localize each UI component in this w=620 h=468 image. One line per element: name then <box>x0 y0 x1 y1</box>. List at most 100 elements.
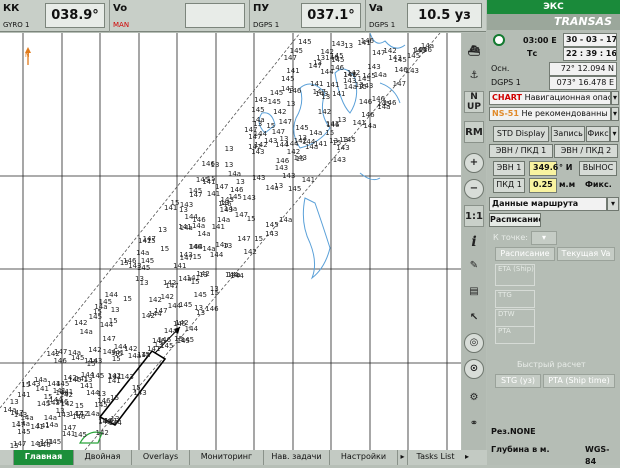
dtw-field[interactable]: DTW <box>495 309 535 327</box>
route-data-dropdown[interactable]: Данные маршрута <box>489 197 607 211</box>
depth-sounding: 141 <box>110 348 125 357</box>
stg-button[interactable]: STG (уз) <box>495 374 541 388</box>
tasks-list-arrow[interactable]: ▸ <box>463 450 471 465</box>
depth-sounding: 145 <box>331 55 345 64</box>
target-icon[interactable]: ◎ <box>464 333 484 353</box>
tab-settings[interactable]: Настройки <box>330 450 398 465</box>
current-va-button[interactable]: Текущая Va <box>557 247 615 261</box>
depth-sounding: 14a <box>86 410 100 419</box>
zoom-out-icon[interactable]: − <box>464 179 484 199</box>
pencil-icon[interactable]: ✎ <box>464 255 484 277</box>
longitude-value: 073° 16.478 E <box>549 76 617 90</box>
tab-ebl-vrm-2[interactable]: ЭВН / ПКД 2 <box>554 144 618 158</box>
depth-sounding: 141 <box>173 262 187 271</box>
route-data-arrow[interactable]: ▾ <box>607 197 619 211</box>
depth-sounding: 147 <box>278 117 292 126</box>
course-label: ПУ <box>253 3 270 14</box>
eta-field[interactable]: ETA (Ship) <box>495 264 535 286</box>
chart-area[interactable]: N 14a 144 144 13 145 14a 14a 142 142 144 14a 141 14a… <box>0 33 461 450</box>
ship-icon[interactable]: ⛴ <box>464 41 484 63</box>
tab-scroll-left[interactable] <box>0 450 14 465</box>
sog-cell: Va DGPS 1 10.5 уз <box>366 0 486 32</box>
tab-overlays[interactable]: Overlays <box>132 450 190 465</box>
depth-sounding: 143 <box>133 389 147 398</box>
depth-sounding: 142 <box>175 318 189 327</box>
latitude-value: 72° 12.094 N <box>549 62 617 76</box>
course-cell: ПУ DGPS 1 037.1° <box>250 0 366 32</box>
depth-unit-label: Глубина в м. <box>491 445 550 454</box>
tab-dual[interactable]: Двойная <box>74 450 132 465</box>
ns-alert-field[interactable]: NS-51 Не рекомендованны <box>489 107 611 121</box>
tool-strip: ⛴ ⚓ N UP RM + − 1:1 i ✎ ▤ ↖ ◎ ⊙ ⚙ ⚭ <box>462 33 486 450</box>
depth-sounding: 141 <box>30 439 44 448</box>
depth-sounding: 15 <box>122 294 132 303</box>
depth-sounding: 141 <box>206 190 221 199</box>
vynos-button[interactable]: ВЫНОС <box>579 161 617 176</box>
depth-sounding: 15 <box>21 381 31 390</box>
fix2-label: Фикс. <box>585 180 612 189</box>
depth-sounding: 147 <box>179 254 194 263</box>
depth-sounding: 145 <box>251 105 265 114</box>
speed-value <box>185 3 245 28</box>
north-up-button[interactable]: N UP <box>464 91 484 113</box>
depth-sounding: 13 <box>313 59 322 68</box>
gear-icon[interactable]: ⚙ <box>464 387 484 409</box>
fix-dropdown[interactable]: ▾ <box>610 126 619 142</box>
rm-button[interactable]: RM <box>464 121 484 143</box>
pta-field[interactable]: PTA <box>495 326 535 344</box>
depth-sounding: 141 <box>17 390 31 399</box>
evn1-button[interactable]: ЭВН 1 <box>493 161 525 176</box>
ship-settings-icon[interactable]: ⚓ <box>464 65 484 87</box>
depth-sounding: 141 <box>61 430 76 439</box>
depth-sounding: 145 <box>17 428 31 437</box>
tab-schedule[interactable]: Расписание <box>489 213 541 227</box>
schedule-button[interactable]: Расписание <box>495 247 555 261</box>
pkd1-button[interactable]: ПКД 1 <box>493 178 525 193</box>
depth-sounding: 145 <box>289 47 303 56</box>
depth-sounding: 142 <box>107 372 122 380</box>
pta-ship-button[interactable]: PTA (Ship time) <box>543 374 615 388</box>
speed-cell: Vo MAN <box>110 0 250 32</box>
pkd1-value-input[interactable]: 0.25 <box>529 178 557 193</box>
depth-sounding: 146 <box>230 185 244 194</box>
depth-sounding: 14a <box>45 421 59 430</box>
chart-alert-field[interactable]: CHART Навигационная опас <box>489 91 611 105</box>
depth-sounding: 143 <box>274 163 289 172</box>
ns-alert-dropdown[interactable]: ▾ <box>611 107 619 121</box>
evn1-value-input[interactable]: 349.6 <box>529 161 558 176</box>
depth-sounding: 13 <box>194 304 204 313</box>
depth-sounding: 143 <box>242 193 256 202</box>
depth-sounding: 13 <box>337 115 347 124</box>
layers-icon[interactable]: ▤ <box>464 281 484 303</box>
route-icon[interactable]: ⊙ <box>464 359 484 379</box>
info-icon[interactable]: i <box>464 231 484 253</box>
depth-sounding: 14a <box>34 376 48 385</box>
depth-sounding: 146 <box>201 159 215 168</box>
depth-sounding: 142 <box>243 247 257 256</box>
zoom-in-icon[interactable]: + <box>464 153 484 173</box>
tab-ebl-vrm-1[interactable]: ЭВН / ПКД 1 <box>489 144 553 158</box>
to-point-select[interactable]: ▾ <box>531 231 557 245</box>
tab-tasks-list[interactable]: Tasks List <box>408 450 463 465</box>
chart-alert-dropdown[interactable]: ▾ <box>611 91 619 105</box>
depth-sounding: 13 <box>224 161 234 169</box>
std-display-button[interactable]: STD Display <box>493 126 549 142</box>
depth-sounding: 146 <box>371 95 386 104</box>
tab-main[interactable]: Главная <box>14 450 74 465</box>
depth-sounding: 142 <box>141 311 155 320</box>
tab-nav-tasks[interactable]: Нав. задачи <box>264 450 330 465</box>
depth-sounding: 147 <box>154 306 168 315</box>
depth-sounding: 141 <box>286 66 300 75</box>
depth-sounding: 13 <box>274 182 284 191</box>
record-button[interactable]: Запись <box>551 126 585 142</box>
link-icon[interactable]: ⚭ <box>464 413 484 435</box>
cursor-icon[interactable]: ↖ <box>464 307 484 329</box>
ttg-field[interactable]: TTG <box>495 290 535 308</box>
depth-sounding: 15 <box>74 402 84 411</box>
tab-scroll-right[interactable]: ▸ <box>398 450 408 465</box>
tab-monitoring[interactable]: Мониторинг <box>190 450 264 465</box>
depth-sounding: 145 <box>228 193 242 202</box>
top-status-bar: КК GYRO 1 038.9° Vo MAN ПУ DGPS 1 037.1°… <box>0 0 486 32</box>
fix-button[interactable]: Фикс <box>586 126 610 142</box>
scale-1-1-button[interactable]: 1:1 <box>464 205 484 227</box>
